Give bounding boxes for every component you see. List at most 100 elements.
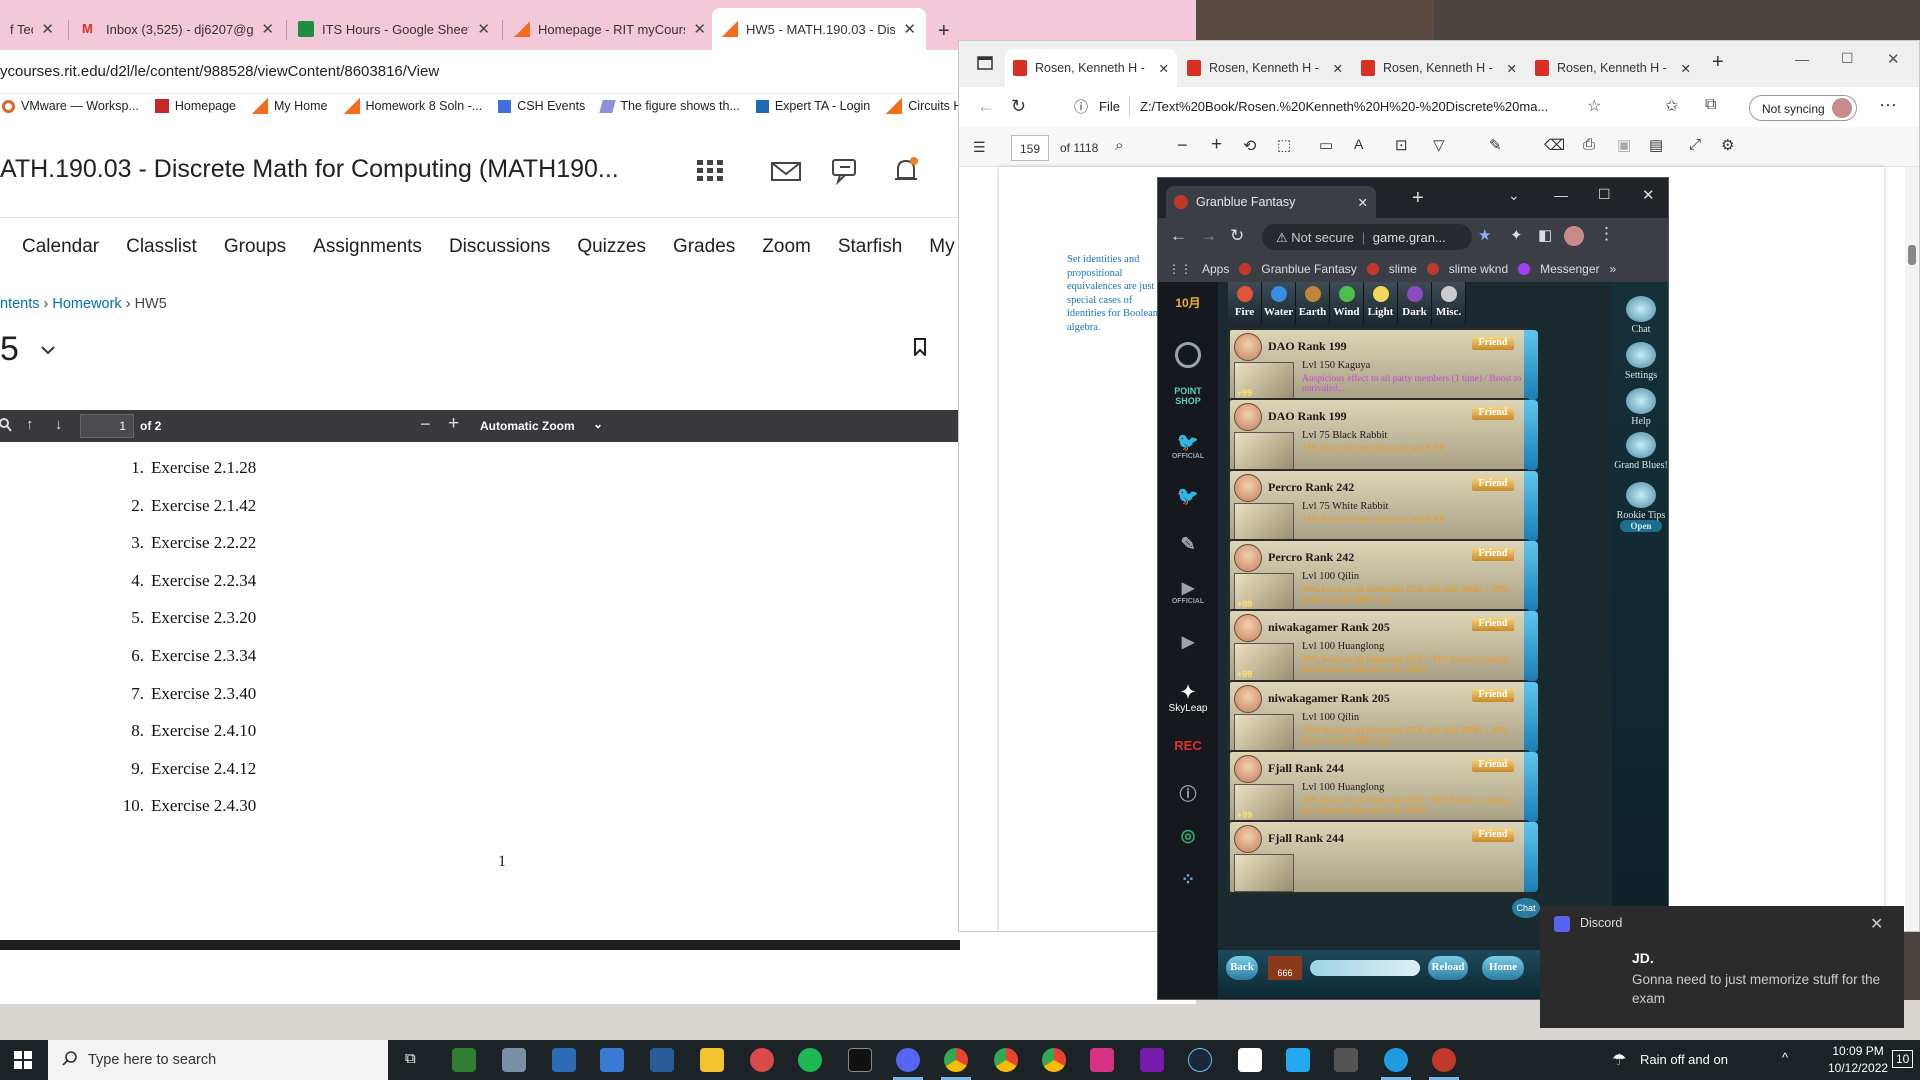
element-tab[interactable]: Fire [1228, 282, 1262, 324]
arrow-down-icon[interactable]: ↓ [55, 416, 63, 433]
close-icon[interactable]: ✕ [477, 20, 490, 38]
app-grid-icon[interactable] [650, 1048, 674, 1072]
info-icon[interactable]: ⓘ [1074, 97, 1088, 117]
nav-classlist[interactable]: Classlist [126, 236, 197, 266]
granblue-icon[interactable] [1432, 1048, 1456, 1072]
nav-groups[interactable]: Groups [224, 236, 286, 266]
rookie-tips-menu[interactable]: Rookie Tips [1614, 482, 1668, 521]
print-icon[interactable]: ⎙ [1583, 136, 1595, 153]
discord-icon[interactable] [896, 1048, 920, 1072]
chat-bubble-button[interactable]: Chat [1512, 898, 1540, 918]
event-calendar-icon[interactable]: 10月 [1166, 294, 1210, 311]
minimize-button[interactable]: — [1554, 187, 1568, 203]
menu-grid-icon[interactable]: ⁘ [1166, 870, 1210, 890]
select-arrow[interactable] [1524, 822, 1538, 893]
search-icon[interactable]: ⌕ [1115, 137, 1123, 154]
bookmark-granblue[interactable]: Granblue Fantasy [1261, 262, 1356, 276]
element-tab[interactable]: Wind [1330, 282, 1364, 324]
vscode-icon[interactable] [1286, 1048, 1310, 1072]
read-aloud-icon[interactable]: A [1354, 136, 1363, 152]
select-arrow[interactable] [1524, 681, 1538, 752]
bookmark-messenger[interactable]: Messenger [1540, 262, 1599, 276]
tab-sheets[interactable]: ITS Hours - Google Sheets ✕ [288, 8, 500, 50]
chrome-profile-icon[interactable] [994, 1048, 1018, 1072]
twitter-official-icon[interactable]: 🐦 OFFICIAL [1166, 432, 1210, 460]
open-button[interactable]: Open [1614, 520, 1668, 532]
back-arrow-icon[interactable]: ← [1170, 226, 1187, 246]
bookmark-homework8[interactable]: Homework 8 Soln -... [343, 98, 482, 114]
element-tab[interactable]: Misc. [1432, 282, 1466, 324]
nav-assignments[interactable]: Assignments [313, 236, 422, 266]
new-tab-button[interactable]: + [938, 20, 950, 43]
fullscreen-icon[interactable]: ⤢ [1689, 136, 1701, 153]
star-icon[interactable]: ★ [1478, 226, 1491, 244]
zoom-in-button[interactable]: + [448, 413, 459, 435]
terminal-icon[interactable] [848, 1048, 872, 1072]
zoom-out-button[interactable]: − [1177, 135, 1188, 156]
close-icon[interactable]: ✕ [903, 20, 916, 38]
bookmark-icon[interactable] [913, 338, 927, 358]
rotate-icon[interactable]: ⟲ [1243, 136, 1256, 156]
discussion-icon[interactable] [830, 155, 862, 187]
more-menu-icon[interactable]: ⋮ [1598, 224, 1615, 244]
point-shop-icon[interactable]: POINT SHOP [1166, 386, 1210, 406]
help-menu[interactable]: Help [1614, 388, 1668, 427]
zoom-in-button[interactable]: + [1211, 134, 1222, 156]
notion-icon[interactable] [1238, 1048, 1262, 1072]
bookmark-slime[interactable]: slime [1389, 262, 1417, 276]
close-icon[interactable]: ✕ [261, 20, 274, 38]
grid-icon[interactable] [694, 155, 726, 187]
nav-calendar[interactable]: Calendar [22, 236, 99, 266]
element-tab[interactable]: Dark [1398, 282, 1432, 324]
skyleap-icon[interactable]: ✦ SkyLeap [1166, 682, 1210, 714]
bookmark-vmware[interactable]: VMware — Worksp... [2, 99, 139, 113]
scrollbar[interactable] [1905, 167, 1919, 931]
sync-button[interactable]: Not syncing [1749, 95, 1857, 121]
close-icon[interactable]: ✕ [693, 20, 706, 38]
onenote-icon[interactable] [1140, 1048, 1164, 1072]
reload-button[interactable]: Reload [1428, 956, 1468, 980]
bookmark-apps[interactable]: Apps [1202, 262, 1229, 276]
tab-rosen-1[interactable]: Rosen, Kenneth H - ✕ [1005, 49, 1177, 87]
select-arrow[interactable] [1524, 540, 1538, 611]
grand-blues-menu[interactable]: Grand Blues! [1614, 432, 1668, 471]
back-arrow-icon[interactable]: ← [977, 96, 995, 117]
tab-hw5[interactable]: HW5 - MATH.190.03 - Discre ✕ [712, 8, 926, 50]
windows-start-icon[interactable] [14, 1051, 32, 1074]
supporter-card[interactable]: Percro Rank 242 Friend Lvl 75 White Rabbit… [1228, 468, 1538, 543]
page-number-input[interactable]: 1 [80, 414, 134, 438]
element-tab[interactable]: Earth [1296, 282, 1330, 324]
supporter-card[interactable]: niwakagamer Rank 205 Friend Lvl 100 Qilin 3… [1228, 679, 1538, 754]
draw-icon[interactable]: ✎ [1489, 136, 1502, 154]
calculator-icon[interactable] [600, 1048, 624, 1072]
bookmark-expert-ta[interactable]: Expert TA - Login [755, 99, 870, 113]
back-button[interactable]: Back [1226, 956, 1258, 980]
chevron-down-icon[interactable] [40, 343, 56, 361]
select-arrow[interactable] [1524, 470, 1538, 541]
supporter-card[interactable]: DAO Rank 199 Friend Lvl 75 Black Rabbit 15%… [1228, 398, 1538, 473]
close-icon[interactable]: ✕ [1507, 61, 1517, 76]
tab-rosen-2[interactable]: Rosen, Kenneth H - ✕ [1179, 49, 1351, 87]
supporter-card[interactable]: Fjall Rank 244 Friend [1228, 820, 1538, 895]
maximize-button[interactable]: ☐ [1598, 186, 1611, 203]
supporter-card[interactable]: niwakagamer Rank 205 Friend +99 Lvl 100 Hua… [1228, 609, 1538, 684]
arrow-up-icon[interactable]: ↑ [26, 416, 34, 433]
avatar[interactable] [1564, 226, 1584, 246]
contents-icon[interactable]: ☰ [973, 139, 986, 156]
favorite-star-icon[interactable]: ☆ [1587, 96, 1601, 116]
file-explorer-icon[interactable] [700, 1048, 724, 1072]
chevron-right-icon[interactable]: » [1610, 262, 1617, 276]
more-menu-icon[interactable]: ⋯ [1879, 95, 1897, 116]
element-tab[interactable]: Water [1262, 282, 1296, 324]
collections-icon[interactable]: ⧉ [1705, 96, 1716, 114]
account-icon[interactable]: ◎ [1166, 826, 1210, 846]
nav-discussions[interactable]: Discussions [449, 236, 550, 266]
nav-starfish[interactable]: Starfish [838, 236, 902, 266]
breadcrumb-homework[interactable]: Homework [52, 296, 121, 312]
select-arrow[interactable] [1524, 611, 1538, 682]
forward-arrow-icon[interactable]: → [1200, 226, 1217, 246]
youtube-icon[interactable]: ▶ [1166, 632, 1210, 652]
bookmark-myhome[interactable]: My Home [252, 98, 328, 114]
tab-rosen-4[interactable]: Rosen, Kenneth H - ✕ [1527, 49, 1699, 87]
app-pink-icon[interactable] [1090, 1048, 1114, 1072]
